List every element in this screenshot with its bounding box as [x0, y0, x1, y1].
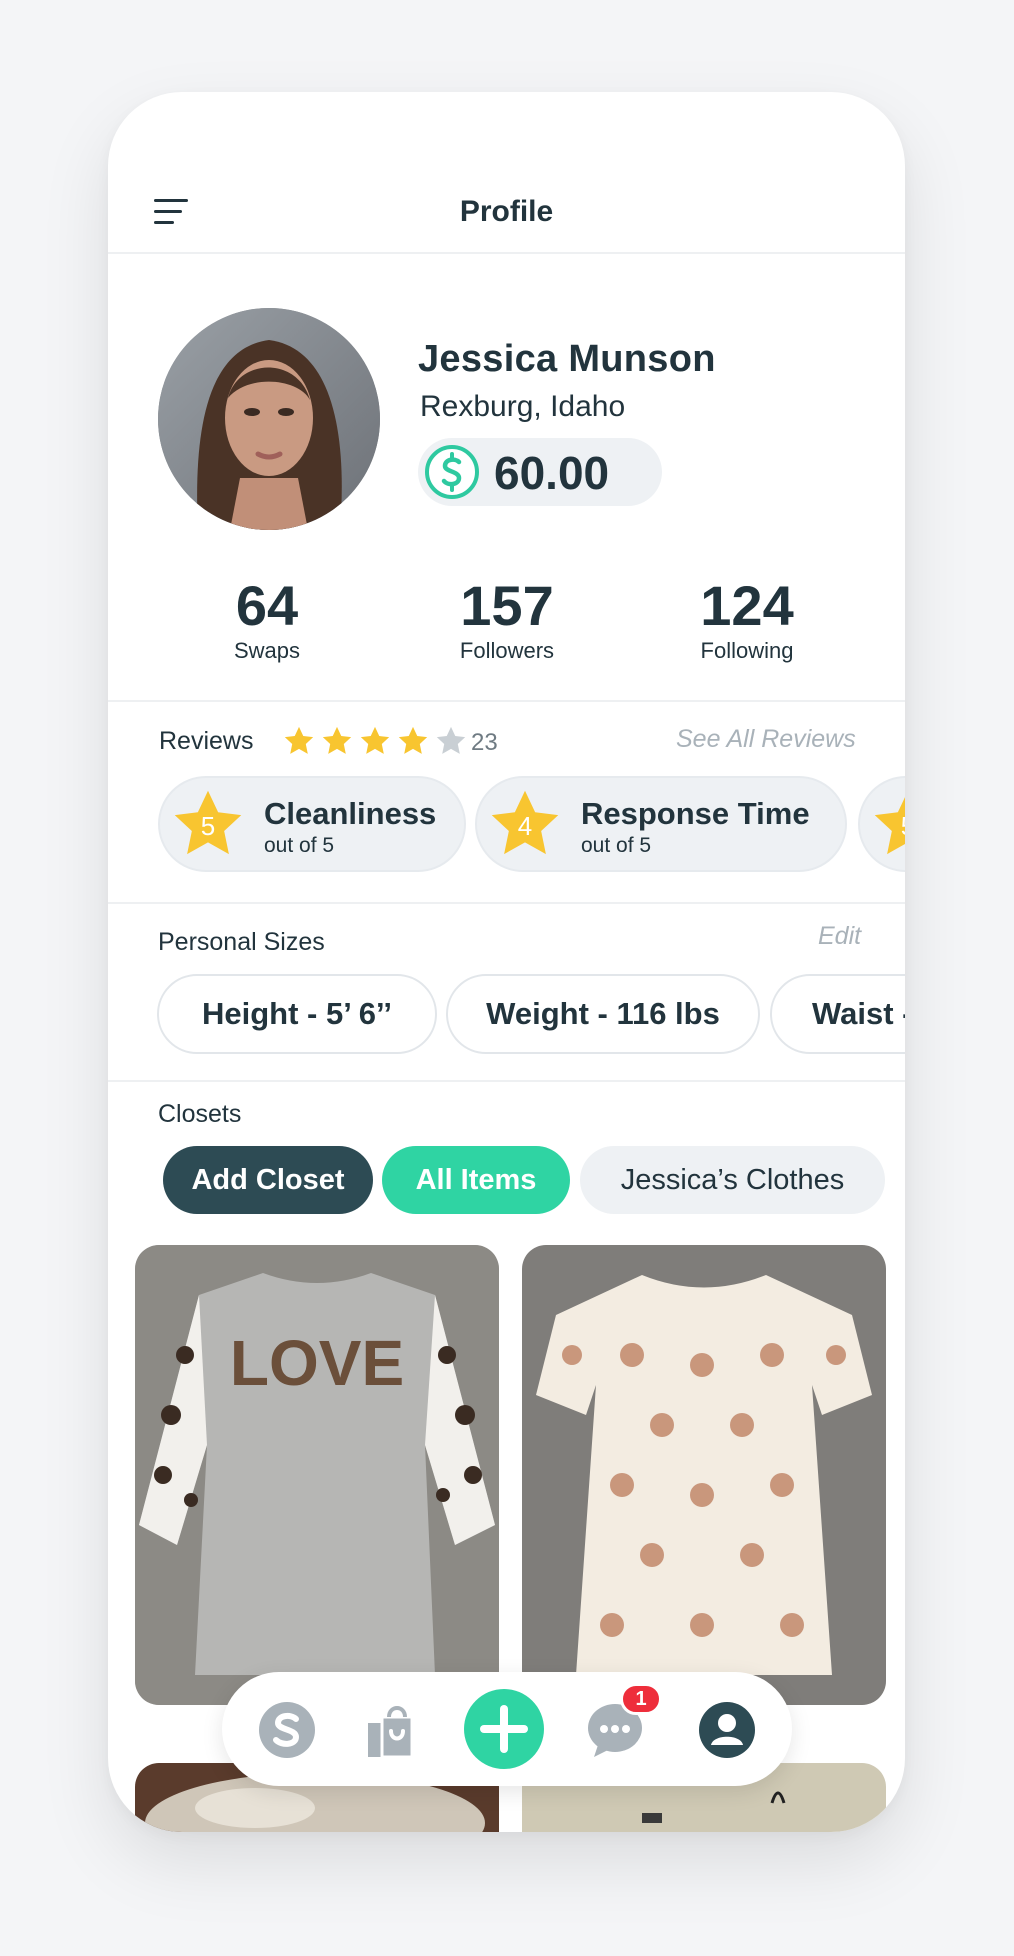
page-title: Profile — [459, 195, 554, 228]
chat-badge: 1 — [620, 1683, 662, 1715]
stat-swaps[interactable]: 64 Swaps — [167, 576, 367, 664]
star-icon-filled — [398, 726, 428, 754]
rating-subtitle: out of 5 — [581, 834, 652, 857]
shopping-bag-icon[interactable] — [360, 1701, 418, 1759]
rating-card-cleanliness[interactable]: 5 Cleanliness out of 5 — [158, 776, 466, 872]
balance-value: 60.00 — [494, 447, 610, 499]
love-leopard-sleeve-dress-photo: LOVE — [135, 1245, 499, 1705]
stat-following[interactable]: 124 Following — [647, 576, 847, 664]
rating-score: 4 — [517, 811, 533, 841]
plus-icon — [480, 1705, 528, 1753]
edit-sizes-link[interactable]: Edit — [818, 922, 861, 951]
swap-logo-icon[interactable] — [258, 1701, 316, 1759]
star-icon-filled — [284, 726, 314, 754]
review-count: 23 — [471, 729, 498, 756]
see-all-reviews-link[interactable]: See All Reviews — [676, 725, 856, 754]
stat-value: 124 — [700, 574, 794, 637]
closets-label: Closets — [158, 1100, 242, 1128]
add-closet-button[interactable]: Add Closet — [163, 1146, 373, 1214]
rating-title: Cleanliness — [264, 796, 437, 831]
balance-pill[interactable]: 60.00 — [418, 438, 662, 506]
rating-score: 5 — [200, 811, 216, 841]
reviews-label: Reviews — [159, 727, 254, 755]
floral-tshirt-dress-photo — [522, 1245, 886, 1705]
stat-label: Following — [700, 638, 794, 663]
jessicas-clothes-tab[interactable]: Jessica’s Clothes — [580, 1146, 885, 1214]
rating-subtitle: out of 5 — [264, 834, 335, 857]
divider — [108, 700, 905, 702]
size-pill-weight[interactable]: Weight - 116 lbs — [446, 974, 760, 1054]
stat-value: 157 — [460, 574, 554, 637]
user-profile-icon[interactable] — [698, 1701, 756, 1759]
stat-label: Followers — [459, 638, 555, 663]
avatar[interactable] — [158, 308, 380, 530]
phone-screen: Profile Jessica Munson Rexburg, Idaho 60… — [108, 92, 905, 1832]
user-location: Rexburg, Idaho — [420, 390, 626, 423]
size-pill-waist[interactable]: Waist - — [770, 974, 905, 1054]
rating-title: Response Time — [581, 796, 810, 831]
user-name: Jessica Munson — [418, 338, 716, 380]
rating-card-partial[interactable]: 5 — [858, 776, 905, 872]
star-icon-empty — [436, 726, 466, 754]
rating-card-response-time[interactable]: 4 Response Time out of 5 — [475, 776, 847, 872]
size-pill-height[interactable]: Height - 5’ 6’’ — [157, 974, 437, 1054]
item-card[interactable] — [522, 1245, 886, 1705]
bottom-tab-bar: 1 — [222, 1672, 792, 1786]
stat-followers[interactable]: 157 Followers — [407, 576, 607, 664]
rating-stars — [282, 724, 468, 758]
divider — [108, 1080, 905, 1082]
personal-sizes-label: Personal Sizes — [158, 928, 325, 956]
add-button[interactable] — [464, 1689, 544, 1769]
svg-text:LOVE: LOVE — [230, 1327, 404, 1399]
divider — [108, 902, 905, 904]
rating-score: 5 — [870, 811, 905, 842]
item-card[interactable]: LOVE — [135, 1245, 499, 1705]
star-icon-filled — [360, 726, 390, 754]
all-items-tab[interactable]: All Items — [382, 1146, 570, 1214]
stat-label: Swaps — [233, 638, 301, 663]
swap-coin-icon — [425, 445, 479, 499]
stat-value: 64 — [235, 574, 299, 637]
star-icon-filled — [322, 726, 352, 754]
app-header: Profile — [108, 92, 905, 254]
